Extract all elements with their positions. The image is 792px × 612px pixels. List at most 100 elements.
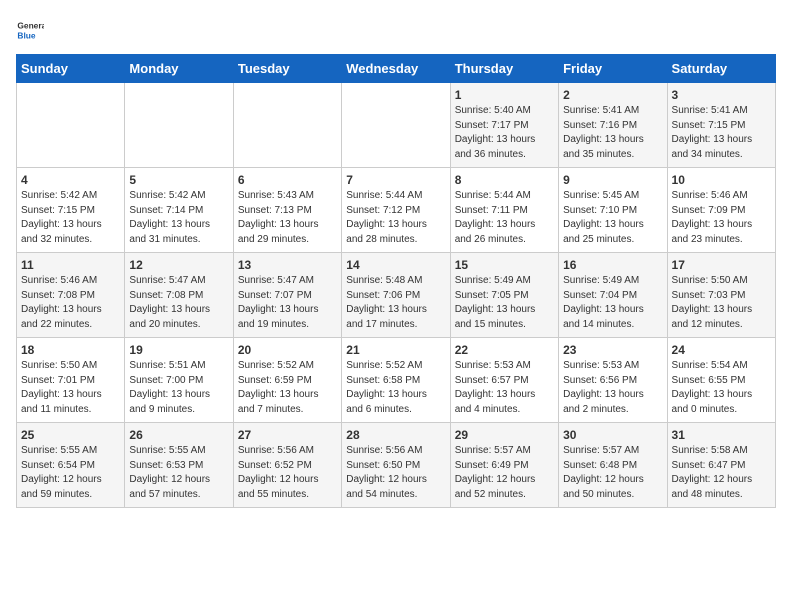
day-number: 30 (563, 428, 662, 442)
day-number: 21 (346, 343, 445, 357)
day-info: Sunrise: 5:51 AM Sunset: 7:00 PM Dayligh… (129, 359, 228, 417)
day-number: 17 (672, 258, 771, 272)
calendar-week-row-1: 1 Sunrise: 5:40 AM Sunset: 7:17 PM Daylig… (17, 83, 776, 168)
calendar-week-row-5: 25 Sunrise: 5:55 AM Sunset: 6:54 PM Dayli… (17, 423, 776, 508)
calendar-cell: 20 Sunrise: 5:52 AM Sunset: 6:59 PM Dayli… (233, 338, 341, 423)
day-info: Sunrise: 5:53 AM Sunset: 6:56 PM Dayligh… (563, 359, 662, 417)
day-info: Sunrise: 5:57 AM Sunset: 6:48 PM Dayligh… (563, 444, 662, 502)
calendar-cell: 9 Sunrise: 5:45 AM Sunset: 7:10 PM Daylig… (559, 168, 667, 253)
day-number: 9 (563, 173, 662, 187)
calendar-cell: 14 Sunrise: 5:48 AM Sunset: 7:06 PM Dayli… (342, 253, 450, 338)
calendar-cell: 28 Sunrise: 5:56 AM Sunset: 6:50 PM Dayli… (342, 423, 450, 508)
day-info: Sunrise: 5:56 AM Sunset: 6:50 PM Dayligh… (346, 444, 445, 502)
weekday-header-tuesday: Tuesday (233, 55, 341, 83)
day-info: Sunrise: 5:44 AM Sunset: 7:12 PM Dayligh… (346, 189, 445, 247)
weekday-header-wednesday: Wednesday (342, 55, 450, 83)
day-info: Sunrise: 5:48 AM Sunset: 7:06 PM Dayligh… (346, 274, 445, 332)
logo: General Blue (16, 16, 48, 44)
day-number: 28 (346, 428, 445, 442)
day-info: Sunrise: 5:57 AM Sunset: 6:49 PM Dayligh… (455, 444, 554, 502)
calendar-cell: 30 Sunrise: 5:57 AM Sunset: 6:48 PM Dayli… (559, 423, 667, 508)
day-info: Sunrise: 5:41 AM Sunset: 7:16 PM Dayligh… (563, 104, 662, 162)
day-number: 5 (129, 173, 228, 187)
calendar-cell: 18Sunrise: 5:50 AM Sunset: 7:01 PM Dayli… (17, 338, 125, 423)
day-number: 18 (21, 343, 120, 357)
day-number: 26 (129, 428, 228, 442)
calendar-cell: 25 Sunrise: 5:55 AM Sunset: 6:54 PM Dayli… (17, 423, 125, 508)
weekday-header-thursday: Thursday (450, 55, 558, 83)
calendar-cell (125, 83, 233, 168)
day-info: Sunrise: 5:40 AM Sunset: 7:17 PM Dayligh… (455, 104, 554, 162)
day-info: Sunrise: 5:46 AM Sunset: 7:09 PM Dayligh… (672, 189, 771, 247)
calendar-cell: 15 Sunrise: 5:49 AM Sunset: 7:05 PM Dayli… (450, 253, 558, 338)
day-number: 31 (672, 428, 771, 442)
calendar-cell: 12 Sunrise: 5:47 AM Sunset: 7:08 PM Dayli… (125, 253, 233, 338)
day-info: Sunrise: 5:58 AM Sunset: 6:47 PM Dayligh… (672, 444, 771, 502)
calendar-cell (342, 83, 450, 168)
day-number: 24 (672, 343, 771, 357)
calendar-cell: 13 Sunrise: 5:47 AM Sunset: 7:07 PM Dayli… (233, 253, 341, 338)
day-number: 3 (672, 88, 771, 102)
day-info: Sunrise: 5:47 AM Sunset: 7:08 PM Dayligh… (129, 274, 228, 332)
day-number: 29 (455, 428, 554, 442)
calendar-week-row-2: 4 Sunrise: 5:42 AM Sunset: 7:15 PM Daylig… (17, 168, 776, 253)
day-number: 2 (563, 88, 662, 102)
day-info: Sunrise: 5:49 AM Sunset: 7:04 PM Dayligh… (563, 274, 662, 332)
calendar-cell: 2 Sunrise: 5:41 AM Sunset: 7:16 PM Daylig… (559, 83, 667, 168)
weekday-header-sunday: Sunday (17, 55, 125, 83)
day-number: 10 (672, 173, 771, 187)
day-number: 1 (455, 88, 554, 102)
day-info: Sunrise: 5:45 AM Sunset: 7:10 PM Dayligh… (563, 189, 662, 247)
calendar-cell: 16Sunrise: 5:49 AM Sunset: 7:04 PM Dayli… (559, 253, 667, 338)
calendar-cell: 1 Sunrise: 5:40 AM Sunset: 7:17 PM Daylig… (450, 83, 558, 168)
calendar-table: SundayMondayTuesdayWednesdayThursdayFrid… (16, 54, 776, 508)
calendar-cell: 5 Sunrise: 5:42 AM Sunset: 7:14 PM Daylig… (125, 168, 233, 253)
day-number: 14 (346, 258, 445, 272)
day-info: Sunrise: 5:42 AM Sunset: 7:14 PM Dayligh… (129, 189, 228, 247)
header: General Blue (16, 16, 776, 44)
calendar-cell (233, 83, 341, 168)
day-info: Sunrise: 5:52 AM Sunset: 6:58 PM Dayligh… (346, 359, 445, 417)
weekday-header-monday: Monday (125, 55, 233, 83)
day-number: 11 (21, 258, 120, 272)
calendar-cell: 8Sunrise: 5:44 AM Sunset: 7:11 PM Daylig… (450, 168, 558, 253)
calendar-week-row-3: 11Sunrise: 5:46 AM Sunset: 7:08 PM Dayli… (17, 253, 776, 338)
day-number: 6 (238, 173, 337, 187)
svg-text:Blue: Blue (17, 30, 35, 40)
day-number: 7 (346, 173, 445, 187)
calendar-cell: 31 Sunrise: 5:58 AM Sunset: 6:47 PM Dayli… (667, 423, 775, 508)
day-info: Sunrise: 5:47 AM Sunset: 7:07 PM Dayligh… (238, 274, 337, 332)
calendar-cell: 24 Sunrise: 5:54 AM Sunset: 6:55 PM Dayli… (667, 338, 775, 423)
weekday-header-friday: Friday (559, 55, 667, 83)
day-info: Sunrise: 5:44 AM Sunset: 7:11 PM Dayligh… (455, 189, 554, 247)
calendar-cell: 3 Sunrise: 5:41 AM Sunset: 7:15 PM Daylig… (667, 83, 775, 168)
calendar-cell: 11Sunrise: 5:46 AM Sunset: 7:08 PM Dayli… (17, 253, 125, 338)
calendar-cell: 17Sunrise: 5:50 AM Sunset: 7:03 PM Dayli… (667, 253, 775, 338)
calendar-cell: 10 Sunrise: 5:46 AM Sunset: 7:09 PM Dayli… (667, 168, 775, 253)
day-info: Sunrise: 5:52 AM Sunset: 6:59 PM Dayligh… (238, 359, 337, 417)
calendar-cell: 29 Sunrise: 5:57 AM Sunset: 6:49 PM Dayli… (450, 423, 558, 508)
day-info: Sunrise: 5:54 AM Sunset: 6:55 PM Dayligh… (672, 359, 771, 417)
day-info: Sunrise: 5:42 AM Sunset: 7:15 PM Dayligh… (21, 189, 120, 247)
day-number: 27 (238, 428, 337, 442)
calendar-cell: 6 Sunrise: 5:43 AM Sunset: 7:13 PM Daylig… (233, 168, 341, 253)
day-info: Sunrise: 5:55 AM Sunset: 6:53 PM Dayligh… (129, 444, 228, 502)
day-number: 19 (129, 343, 228, 357)
calendar-cell: 4 Sunrise: 5:42 AM Sunset: 7:15 PM Daylig… (17, 168, 125, 253)
calendar-cell: 27 Sunrise: 5:56 AM Sunset: 6:52 PM Dayli… (233, 423, 341, 508)
day-number: 15 (455, 258, 554, 272)
day-number: 23 (563, 343, 662, 357)
day-info: Sunrise: 5:56 AM Sunset: 6:52 PM Dayligh… (238, 444, 337, 502)
day-info: Sunrise: 5:55 AM Sunset: 6:54 PM Dayligh… (21, 444, 120, 502)
calendar-cell: 23 Sunrise: 5:53 AM Sunset: 6:56 PM Dayli… (559, 338, 667, 423)
day-number: 12 (129, 258, 228, 272)
day-info: Sunrise: 5:43 AM Sunset: 7:13 PM Dayligh… (238, 189, 337, 247)
day-number: 13 (238, 258, 337, 272)
day-info: Sunrise: 5:41 AM Sunset: 7:15 PM Dayligh… (672, 104, 771, 162)
day-number: 25 (21, 428, 120, 442)
day-number: 4 (21, 173, 120, 187)
day-info: Sunrise: 5:49 AM Sunset: 7:05 PM Dayligh… (455, 274, 554, 332)
day-number: 20 (238, 343, 337, 357)
calendar-cell: 26 Sunrise: 5:55 AM Sunset: 6:53 PM Dayli… (125, 423, 233, 508)
day-number: 22 (455, 343, 554, 357)
